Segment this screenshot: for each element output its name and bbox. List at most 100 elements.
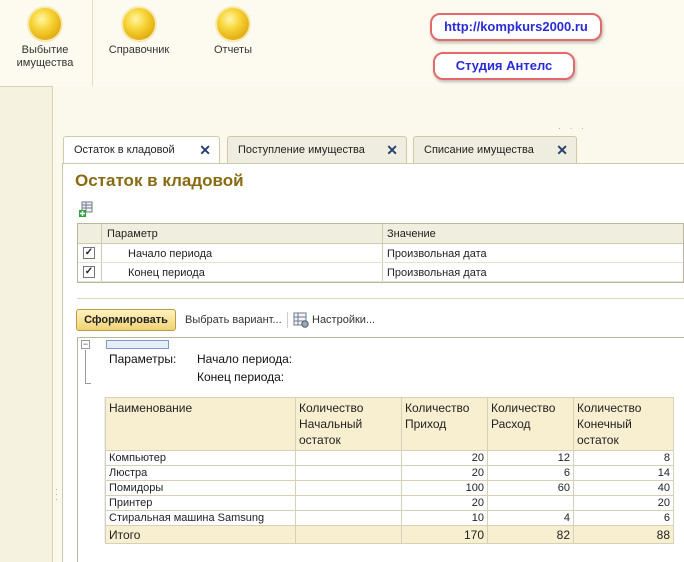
sections-panel: Выбытие имущества Справочник Отчеты http… xyxy=(0,0,684,86)
header-line: Конечный xyxy=(577,417,632,431)
tabs-resize-handle[interactable]: · · · xyxy=(558,124,587,133)
group-bracket xyxy=(85,350,91,384)
divider xyxy=(77,298,684,299)
settings-table: Параметр Значение ✓ Начало периода Произ… xyxy=(77,223,684,283)
section-label: Справочник xyxy=(108,44,170,56)
cell-end: 8 xyxy=(573,450,674,466)
params-label: Параметры: xyxy=(109,352,177,366)
cell-expense: 4 xyxy=(487,510,574,526)
cell-expense: 60 xyxy=(487,480,574,496)
cell-begin xyxy=(295,465,402,481)
toolbar-divider xyxy=(287,312,288,328)
col-expense-header: Количество Расход xyxy=(487,397,574,451)
cell-end: 88 xyxy=(573,525,674,544)
table-row[interactable]: Помидоры 100 60 40 xyxy=(105,480,674,496)
close-icon[interactable]: ✕ xyxy=(556,137,568,164)
choose-variant-button[interactable]: Выбрать вариант... xyxy=(185,314,282,326)
collapse-icon[interactable]: − xyxy=(81,340,90,349)
table-row[interactable]: Люстра 20 6 14 xyxy=(105,465,674,481)
header-param: Параметр xyxy=(107,228,158,240)
param-value[interactable]: Произвольная дата xyxy=(387,267,487,279)
cell-income: 10 xyxy=(401,510,488,526)
orb-icon xyxy=(123,8,155,40)
cell-name: Стиральная машина Samsung xyxy=(105,510,296,526)
header-line: Начальный xyxy=(299,417,363,431)
left-panel: · · · xyxy=(0,86,58,562)
cell-income: 20 xyxy=(401,450,488,466)
report-header-row: Наименование Количество Начальный остато… xyxy=(105,397,674,451)
col-end-header: Количество Конечный остаток xyxy=(573,397,674,451)
checkbox[interactable]: ✓ xyxy=(83,247,95,259)
table-row[interactable]: Принтер 20 20 xyxy=(105,495,674,511)
section-label: Отчеты xyxy=(213,44,253,56)
cell-name: Помидоры xyxy=(105,480,296,496)
end-period-label: Конец периода: xyxy=(197,370,285,384)
tab-label: Списание имущества xyxy=(424,144,534,156)
header-line: Количество xyxy=(405,401,470,415)
header-value: Значение xyxy=(387,228,436,240)
close-icon[interactable]: ✕ xyxy=(386,137,398,164)
param-name: Начало периода xyxy=(128,248,213,260)
col-name-header: Наименование xyxy=(105,397,296,451)
cell-begin xyxy=(295,510,402,526)
table-row[interactable]: Компьютер 20 12 8 xyxy=(105,450,674,466)
cell-name: Компьютер xyxy=(105,450,296,466)
add-setting-icon[interactable] xyxy=(79,201,95,217)
header-line: остаток xyxy=(299,433,341,447)
header-line: Расход xyxy=(491,417,531,431)
param-name: Конец периода xyxy=(128,267,205,279)
resize-handle[interactable]: · · · xyxy=(55,485,58,504)
settings-row[interactable]: ✓ Конец периода Произвольная дата xyxy=(78,263,683,282)
param-value[interactable]: Произвольная дата xyxy=(387,248,487,260)
table-row[interactable]: Стиральная машина Samsung 10 4 6 xyxy=(105,510,674,526)
section-disposal-button[interactable]: Выбытие имущества xyxy=(0,0,90,70)
cell-income: 170 xyxy=(401,525,488,544)
cell-end: 14 xyxy=(573,465,674,481)
col-begin-header: Количество Начальный остаток xyxy=(295,397,402,451)
generate-button[interactable]: Сформировать xyxy=(76,309,176,331)
cell-income: 20 xyxy=(401,465,488,481)
divider xyxy=(92,0,93,86)
cell-name: Люстра xyxy=(105,465,296,481)
cell-end: 40 xyxy=(573,480,674,496)
report-table: Наименование Количество Начальный остато… xyxy=(105,397,674,544)
tab-label: Остаток в кладовой xyxy=(74,144,175,156)
tab-stock[interactable]: Остаток в кладовой ✕ xyxy=(63,136,220,164)
page-title: Остаток в кладовой xyxy=(75,171,244,190)
studio-badge: Студия Антелс xyxy=(433,52,575,80)
cell-expense: 6 xyxy=(487,465,574,481)
selected-cell[interactable] xyxy=(106,340,169,349)
tab-writeoff[interactable]: Списание имущества ✕ xyxy=(413,136,577,163)
header-line: Количество xyxy=(299,401,364,415)
settings-row[interactable]: ✓ Начало периода Произвольная дата xyxy=(78,244,683,263)
cell-begin xyxy=(295,480,402,496)
cell-expense: 12 xyxy=(487,450,574,466)
orb-icon xyxy=(29,8,61,40)
report-gutter xyxy=(96,397,105,542)
settings-button[interactable]: Настройки... xyxy=(312,314,375,326)
cell-name: Итого xyxy=(105,525,296,544)
section-reports-button[interactable]: Отчеты xyxy=(188,0,278,57)
cell-income: 20 xyxy=(401,495,488,511)
site-link-badge[interactable]: http://kompkurs2000.ru xyxy=(430,13,602,41)
cell-income: 100 xyxy=(401,480,488,496)
settings-header: Параметр Значение xyxy=(78,224,683,244)
cell-begin xyxy=(295,525,402,544)
section-directory-button[interactable]: Справочник xyxy=(94,0,184,57)
tab-label: Поступление имущества xyxy=(238,144,365,156)
close-icon[interactable]: ✕ xyxy=(199,137,211,164)
orb-icon xyxy=(217,8,249,40)
settings-icon[interactable] xyxy=(293,312,309,328)
col-income-header: Количество Приход xyxy=(401,397,488,451)
cell-expense: 82 xyxy=(487,525,574,544)
cell-end: 6 xyxy=(573,510,674,526)
start-period-label: Начало периода: xyxy=(197,352,293,366)
checkbox[interactable]: ✓ xyxy=(83,266,95,278)
cell-begin xyxy=(295,450,402,466)
header-line: Количество xyxy=(491,401,556,415)
tab-income[interactable]: Поступление имущества ✕ xyxy=(227,136,407,163)
cell-end: 20 xyxy=(573,495,674,511)
total-row[interactable]: Итого 170 82 88 xyxy=(105,525,674,544)
header-line: Количество xyxy=(577,401,642,415)
header-line: остаток xyxy=(577,433,619,447)
